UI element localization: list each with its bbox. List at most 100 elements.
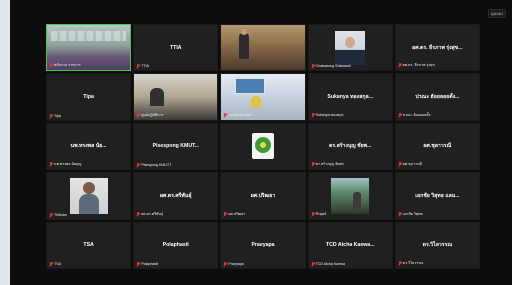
participant-label: TSA	[49, 262, 61, 266]
participant-name: TSA	[83, 242, 94, 249]
participant-label-text: ผศ.ดร. ธีรภาพ รุ่งสุข	[402, 63, 435, 68]
participant-name: TTIA	[170, 44, 182, 51]
participant-label: ดร.วิไลวรรณ	[398, 260, 423, 266]
participant-name: ดร.วิไลวรรณ	[422, 242, 453, 249]
mic-muted-icon	[136, 211, 140, 216]
participant-tile[interactable]: Pisespong KMUT... Pisespong KMUTT	[133, 122, 219, 171]
participant-label-text: ดร.สร้างบุญ ชัยพร	[315, 162, 344, 167]
participant-label-text: Polaphasit	[141, 262, 158, 266]
participant-label: พนักงาน ราชการ	[49, 62, 81, 68]
participant-label: ศูนย์ปฏิบัติการ	[136, 112, 163, 118]
participant-name: ดร.สร้างบุญ ชัยพ...	[328, 143, 372, 150]
participant-name: นพ.ทรงพล นัย...	[70, 143, 107, 150]
participant-label-text: TTIA	[141, 64, 149, 69]
participant-label: Chainarong Sriswasdi	[311, 64, 351, 68]
participant-name: Sukanya ทองสกุล...	[327, 94, 374, 101]
profile-photo	[69, 177, 108, 214]
mic-muted-icon	[311, 112, 315, 117]
mic-muted-icon	[398, 261, 402, 265]
mic-muted-icon	[136, 64, 140, 68]
participant-label-text: Tipa	[54, 113, 61, 118]
participant-label-text: กองยุทธศาสตร์	[228, 112, 252, 117]
mic-muted-icon	[311, 162, 315, 166]
participant-label: ผศ.ดร. ธีรภาพ รุ่งสุข	[398, 62, 435, 68]
participant-label: Praeyapa	[223, 262, 244, 266]
participant-name: Praeyapa	[251, 242, 275, 249]
participant-tile[interactable]: Chainarong Sriswasdi	[307, 24, 393, 72]
participant-label-text: Thitinan	[54, 212, 67, 217]
participant-tile[interactable]: TCD Atcha Kaewa... TCD Atcha Kaewa	[307, 221, 393, 269]
participant-label: TTIA	[136, 64, 149, 68]
mic-muted-icon	[311, 211, 315, 216]
mic-muted-icon	[49, 212, 53, 217]
participant-label-text: จีรยุทธ์	[315, 211, 327, 216]
participant-label: Polaphasit	[136, 262, 158, 266]
participant-tile[interactable]	[220, 24, 306, 72]
participant-tile[interactable]: Praeyapa Praeyapa	[220, 221, 306, 269]
participant-name: ผศ.ดร. ธีรภาพ รุ่งสุข...	[412, 44, 463, 51]
organization-logo	[251, 133, 274, 160]
participant-label-text: Praeyapa	[228, 262, 244, 266]
mic-muted-icon	[311, 64, 315, 68]
view-button[interactable]: มุมมอง	[488, 9, 506, 18]
participant-tile[interactable]: ศูนย์ปฏิบัติการ	[133, 73, 219, 121]
profile-photo	[331, 177, 370, 214]
participant-tile[interactable]: ดร.วิไลวรรณ ดร.วิไลวรรณ	[394, 221, 480, 269]
participant-tile[interactable]: นพ.ทรงพล นัย... นพ.ทรงพล นัยบุญ	[46, 122, 132, 171]
participant-gallery: พนักงาน ราชการ TTIA TTIA Chainarong Sriswas…	[46, 24, 480, 269]
participant-label-text: Sukanya ทองสกุล	[315, 112, 344, 117]
participant-tile[interactable]: พนักงาน ราชการ	[46, 24, 132, 72]
participant-label: Pisespong KMUTT	[136, 163, 171, 167]
participant-label-text: ผศ.ดร.ศรีพันธุ์	[141, 211, 164, 216]
participant-tile[interactable]: Tipa Tipa	[46, 73, 132, 121]
mic-muted-icon	[398, 162, 402, 166]
participant-tile[interactable]: Polaphasit Polaphasit	[133, 221, 219, 269]
participant-label-text: ศูนย์ปฏิบัติการ	[141, 112, 164, 117]
participant-label-text: นพ.ทรงพล นัยบุญ	[54, 162, 82, 167]
participant-label: จีรยุทธ์	[311, 211, 327, 217]
participant-label: ดร.สร้างบุญ ชัยพร	[311, 161, 344, 167]
participant-tile[interactable]: TTIA TTIA	[133, 24, 219, 72]
meeting-window: มุมมอง พนักงาน ราชการ TTIA TTIA Chainarong …	[10, 0, 512, 285]
participant-label-text: ผศ.ชุลาวรณี	[402, 162, 423, 167]
participant-label: Thitinan	[49, 212, 67, 217]
participant-tile[interactable]: ปวณะ ฮ้อยลอยตั้ง... ปวณะ ฮ้อยลอยตั้ง	[394, 73, 480, 121]
mic-muted-icon	[223, 211, 227, 216]
participant-tile[interactable]	[220, 122, 306, 171]
mic-muted-icon	[223, 112, 227, 117]
mic-muted-icon	[398, 63, 402, 67]
participant-tile[interactable]: ดร.สร้างบุญ ชัยพ... ดร.สร้างบุญ ชัยพร	[307, 122, 393, 171]
participant-label: นพ.ทรงพล นัยบุญ	[49, 161, 81, 167]
participant-label-text: ผศ.ปริฒยา	[228, 211, 246, 216]
participant-tile[interactable]: เอกชัย วิสุทธ แลม... เอกชัย วิสุทธ	[394, 172, 480, 220]
participant-label-text: ปวณะ ฮ้อยลอยตั้ง	[402, 112, 431, 117]
participant-label: ผศ.ดร.ศรีพันธุ์	[136, 211, 163, 217]
participant-label-text: TCD Atcha Kaewa	[315, 262, 345, 266]
participant-tile[interactable]: ผศ.ดร.ศรีพันธุ์ ผศ.ดร.ศรีพันธุ์	[133, 172, 219, 220]
participant-name: ผศ.ชุลาวรณี	[423, 143, 452, 150]
profile-photo	[335, 30, 366, 65]
participant-tile[interactable]: TSA TSA	[46, 221, 132, 269]
participant-label: Sukanya ทองสกุล	[311, 112, 344, 118]
participant-label: เอกชัย วิสุทธ	[398, 211, 423, 217]
participant-tile[interactable]: ผศ.ปริฒยา ผศ.ปริฒยา	[220, 172, 306, 220]
participant-name: เอกชัย วิสุทธ แลม...	[415, 192, 460, 199]
mic-muted-icon	[223, 262, 227, 266]
participant-tile[interactable]: ผศ.ดร. ธีรภาพ รุ่งสุข... ผศ.ดร. ธีรภาพ รุ…	[394, 24, 480, 72]
participant-label-text: พนักงาน ราชการ	[54, 63, 81, 68]
participant-tile[interactable]: Sukanya ทองสกุล... Sukanya ทองสกุล	[307, 73, 393, 121]
participant-label-text: เอกชัย วิสุทธ	[402, 211, 423, 216]
participant-label: ผศ.ชุลาวรณี	[398, 161, 422, 167]
participant-tile[interactable]: Thitinan	[46, 172, 132, 220]
participant-tile[interactable]: จีรยุทธ์	[307, 172, 393, 220]
participant-name: TCD Atcha Kaewa...	[325, 242, 375, 249]
participant-name: ปวณะ ฮ้อยลอยตั้ง...	[415, 94, 460, 101]
participant-name: Pisespong KMUT...	[152, 143, 199, 150]
participant-label: ผศ.ปริฒยา	[223, 211, 245, 217]
participant-label-text: Pisespong KMUTT	[141, 163, 172, 168]
participant-name: Tipa	[83, 94, 94, 101]
participant-tile[interactable]: กองยุทธศาสตร์	[220, 73, 306, 121]
participant-label-text: TSA	[54, 262, 61, 266]
mic-muted-icon	[398, 211, 402, 216]
participant-tile[interactable]: ผศ.ชุลาวรณี ผศ.ชุลาวรณี	[394, 122, 480, 171]
